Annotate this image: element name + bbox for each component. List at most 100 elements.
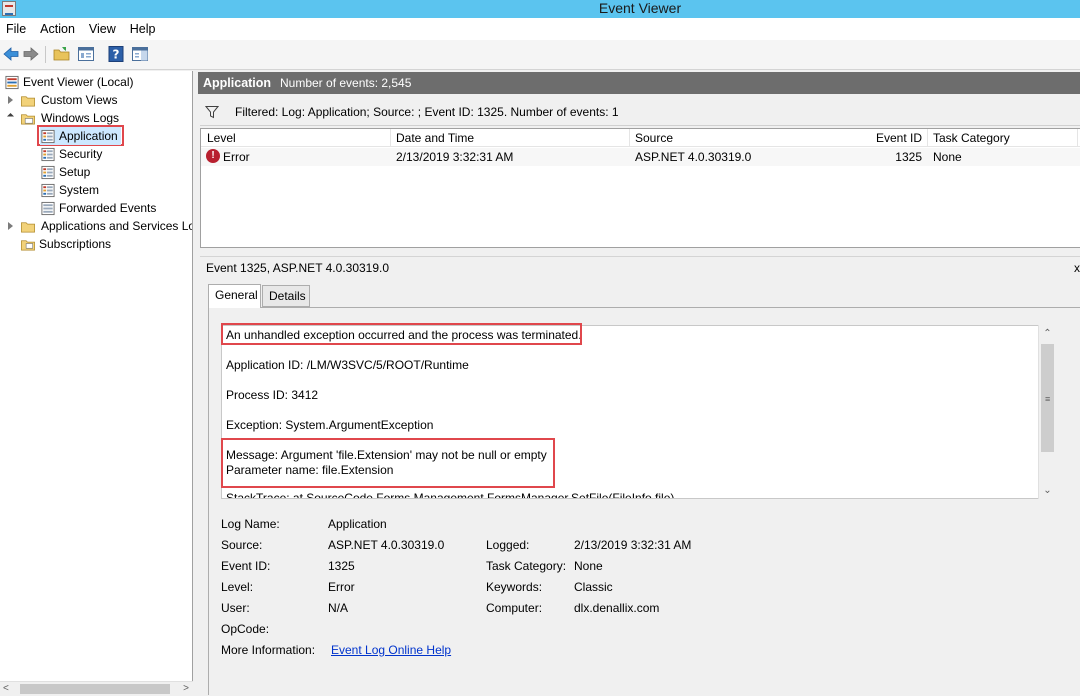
navigation-tree: Event Viewer (Local) Custom Views Window… [0,71,193,695]
tree-label: Applications and Services Lo [41,219,193,233]
grip-icon: ≡ [1045,394,1051,404]
property-value: ASP.NET 4.0.30319.0 [328,538,445,552]
property-label: User: [221,601,250,615]
scroll-left-icon[interactable]: < [3,682,9,696]
property-value: Classic [574,580,613,594]
description-line: StackTrace: at SourceCode.Forms.Manageme… [226,491,675,499]
events-table: Level Date and Time Source Event ID Task… [200,128,1080,248]
event-detail-header: Event 1325, ASP.NET 4.0.30319.0 x [200,256,1080,278]
scroll-down-icon[interactable]: ⌄ [1039,482,1056,499]
property-value: Error [328,580,355,594]
highlight-box [221,323,582,345]
property-label: More Information: [221,643,316,657]
column-header-date-and-time[interactable]: Date and Time [396,129,474,147]
column-separator[interactable] [927,129,928,147]
column-header-event-id[interactable]: Event ID [851,129,922,147]
event-properties: Log Name: Application Source: ASP.NET 4.… [221,517,821,667]
tree-label: Subscriptions [39,237,112,251]
property-label: Event ID: [221,559,271,573]
property-label: Task Category: [486,559,567,573]
event-log-online-help-link[interactable]: Event Log Online Help [331,643,451,658]
scroll-right-icon[interactable]: > [183,682,189,696]
menu-file[interactable]: File [0,18,33,40]
menu-bar: File Action View Help [0,18,1080,40]
property-label: Level: [221,580,254,594]
property-value: 2/13/2019 3:32:31 AM [574,538,692,552]
column-header-task-category[interactable]: Task Category [933,129,1010,147]
menu-action[interactable]: Action [33,18,82,40]
tree-label: Event Viewer (Local) [23,75,134,89]
forward-arrow-icon[interactable] [22,45,40,63]
filter-bar: Filtered: Log: Application; Source: ; Ev… [200,98,1080,126]
event-count: Number of events: 2,545 [280,76,412,90]
cell-date-and-time: 2/13/2019 3:32:31 AM [396,150,514,164]
tree-label: Forwarded Events [59,201,157,215]
property-value: None [574,559,603,573]
toolbar: ? [0,40,1080,70]
window-title: Event Viewer [598,0,682,16]
property-value: dlx.denallix.com [574,601,660,615]
menu-help[interactable]: Help [123,18,163,40]
tree-label: Custom Views [41,93,118,107]
column-header-level[interactable]: Level [207,129,236,147]
cell-level: Error [223,150,250,164]
tree-horizontal-scrollbar[interactable]: < > [0,681,193,695]
properties-icon[interactable] [77,45,95,63]
log-icon [41,129,55,144]
log-name: Application [203,76,272,90]
log-icon [41,165,55,180]
property-value: N/A [328,601,349,615]
tab-general[interactable]: General [208,284,261,308]
expand-arrow-icon[interactable] [8,222,13,230]
error-icon: ! [206,149,220,163]
back-arrow-icon[interactable] [2,45,20,63]
event-detail-title: Event 1325, ASP.NET 4.0.30319.0 [206,261,390,275]
log-icon [41,147,55,162]
column-separator[interactable] [1077,129,1078,147]
menu-view[interactable]: View [82,18,123,40]
column-separator[interactable] [390,129,391,147]
log-icon [41,201,55,216]
subscriptions-icon [21,240,35,251]
description-line: Process ID: 3412 [226,388,319,402]
title-bar: Event Viewer [0,0,1080,18]
property-label: Source: [221,538,263,552]
scroll-thumb[interactable]: ≡ [1041,344,1054,452]
scroll-up-icon[interactable]: ⌃ [1039,325,1056,342]
open-folder-icon[interactable] [53,45,71,63]
cell-event-id: 1325 [895,150,922,164]
cell-source: ASP.NET 4.0.30319.0 [635,150,752,164]
show-hide-pane-icon[interactable] [131,45,149,63]
folder-icon [21,96,35,107]
table-row[interactable]: ! Error 2/13/2019 3:32:31 AM ASP.NET 4.0… [201,148,1080,166]
folder-icon [21,222,35,233]
cell-task-category: None [933,150,962,164]
property-value: Application [328,517,387,531]
collapse-arrow-icon[interactable] [6,112,15,121]
svg-text:?: ? [113,48,120,62]
tree-label: Setup [59,165,91,179]
property-value: 1325 [328,559,355,573]
description-vertical-scrollbar[interactable]: ⌃ ≡ ⌄ [1038,325,1056,499]
table-header: Level Date and Time Source Event ID Task… [201,129,1080,147]
help-icon[interactable]: ? [107,45,125,63]
tree-item-application[interactable]: Application [40,127,121,145]
property-label: Keywords: [486,580,543,594]
tab-details[interactable]: Details [262,285,310,307]
tree-label: Application [59,129,118,143]
property-label: Log Name: [221,517,280,531]
filter-description: Filtered: Log: Application; Source: ; Ev… [235,105,619,119]
column-separator[interactable] [629,129,630,147]
toolbar-separator [45,46,46,63]
tree-label: System [59,183,100,197]
description-line: Application ID: /LM/W3SVC/5/ROOT/Runtime [226,358,469,372]
tree-label: Security [59,147,103,161]
log-header: Application Number of events: 2,545 [198,72,1080,94]
property-label: Computer: [486,601,543,615]
close-icon[interactable]: x [1074,257,1080,279]
column-header-source[interactable]: Source [635,129,673,147]
property-label: Logged: [486,538,530,552]
log-icon [41,183,55,198]
expand-arrow-icon[interactable] [8,96,13,104]
scroll-thumb[interactable] [20,684,170,694]
